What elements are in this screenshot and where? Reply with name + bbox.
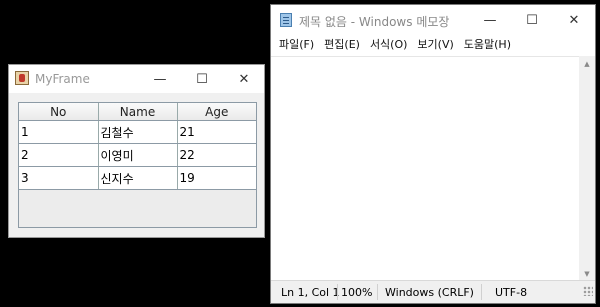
scroll-up-icon[interactable]: ▲ [579, 56, 595, 72]
cell-age[interactable]: 22 [177, 143, 256, 167]
menu-bar: 파일(F) 편집(E) 서식(O) 보기(V) 도움말(H) [271, 36, 595, 55]
cell-age[interactable]: 21 [177, 120, 256, 144]
cell-name[interactable]: 이영미 [98, 143, 178, 167]
java-app-icon [15, 71, 29, 85]
myframe-title: MyFrame [35, 72, 90, 86]
status-bar: Ln 1, Col 1 100% Windows (CRLF) UTF-8 [271, 280, 595, 303]
cell-no[interactable]: 1 [19, 120, 99, 144]
menu-edit[interactable]: 편집(E) [319, 36, 365, 55]
menu-help[interactable]: 도움말(H) [459, 36, 516, 55]
cell-name[interactable]: 신지수 [98, 166, 178, 190]
text-editor-area[interactable] [271, 56, 580, 283]
maximize-button[interactable]: ☐ [511, 5, 553, 36]
status-encoding: UTF-8 [495, 286, 528, 299]
myframe-titlebar[interactable]: MyFrame — ☐ ✕ [9, 65, 264, 93]
cell-age[interactable]: 19 [177, 166, 256, 190]
vertical-scrollbar[interactable]: ▲ ▼ [579, 56, 595, 282]
cell-no[interactable]: 2 [19, 143, 99, 167]
table-row[interactable]: 2 이영미 22 [19, 143, 256, 167]
maximize-button[interactable]: ☐ [181, 65, 223, 93]
resize-grip-icon[interactable] [583, 286, 593, 296]
status-divider [337, 284, 338, 300]
notepad-titlebar[interactable]: 제목 없음 - Windows 메모장 — ☐ ✕ [271, 5, 595, 36]
notepad-icon [280, 13, 292, 27]
close-button[interactable]: ✕ [223, 65, 265, 93]
table-row[interactable]: 3 신지수 19 [19, 166, 256, 190]
status-line-ending: Windows (CRLF) [385, 286, 474, 299]
menu-view[interactable]: 보기(V) [412, 36, 458, 55]
table-row[interactable]: 1 김철수 21 [19, 120, 256, 144]
column-header-age[interactable]: Age [177, 103, 256, 121]
data-table: No Name Age 1 김철수 21 2 이영미 22 3 신지수 19 [18, 102, 257, 228]
menu-format[interactable]: 서식(O) [365, 36, 412, 55]
cell-no[interactable]: 3 [19, 166, 99, 190]
column-header-no[interactable]: No [19, 103, 99, 121]
myframe-window: MyFrame — ☐ ✕ No Name Age 1 김철수 21 2 이영미… [8, 64, 265, 238]
status-divider [377, 284, 378, 300]
minimize-button[interactable]: — [139, 65, 181, 93]
menu-file[interactable]: 파일(F) [274, 36, 319, 55]
cell-name[interactable]: 김철수 [98, 120, 178, 144]
status-zoom: 100% [341, 286, 373, 299]
notepad-title: 제목 없음 - Windows 메모장 [299, 15, 450, 29]
status-cursor-position: Ln 1, Col 1 [281, 286, 340, 299]
notepad-window: 제목 없음 - Windows 메모장 — ☐ ✕ 파일(F) 편집(E) 서식… [270, 4, 596, 304]
status-divider [481, 284, 482, 300]
table-header-row: No Name Age [19, 103, 256, 121]
close-button[interactable]: ✕ [553, 5, 595, 36]
minimize-button[interactable]: — [469, 5, 511, 36]
column-header-name[interactable]: Name [98, 103, 178, 121]
